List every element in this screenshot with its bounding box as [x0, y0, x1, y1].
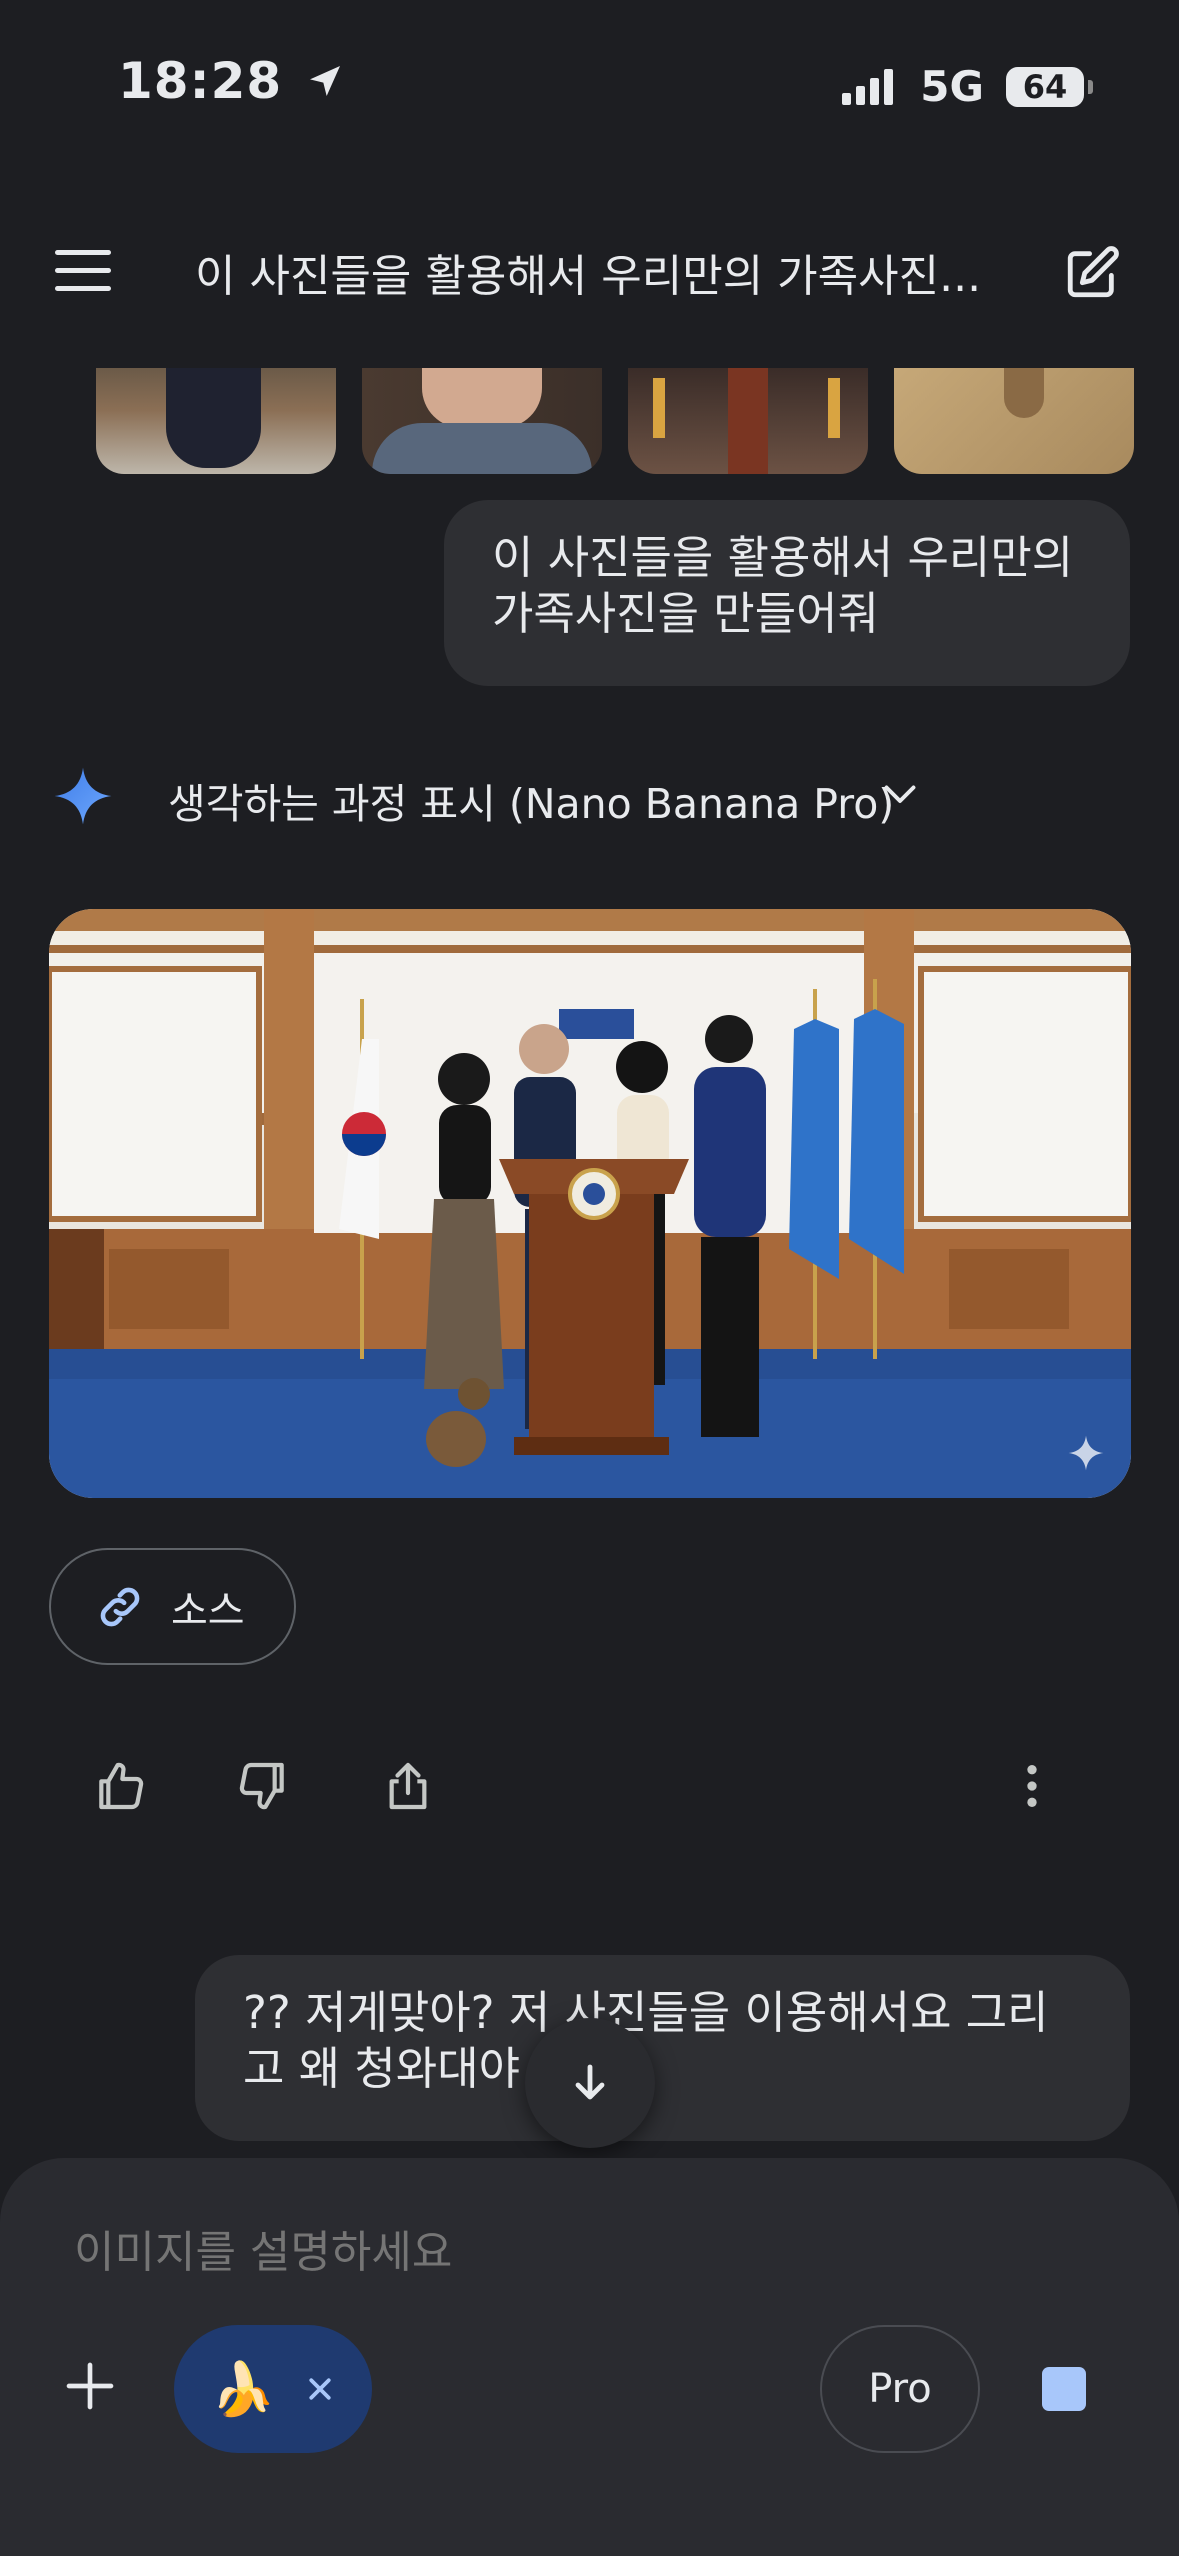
input-panel — [0, 2158, 1179, 2556]
attached-photo-3[interactable] — [628, 368, 868, 474]
banana-icon: 🍌 — [210, 2359, 276, 2420]
attached-photos — [96, 368, 1134, 474]
signal-icon — [842, 68, 894, 105]
prompt-input[interactable] — [72, 2226, 976, 2279]
model-label: Pro — [868, 2366, 932, 2412]
image-tool-chip[interactable]: 🍌 — [174, 2325, 372, 2453]
generated-image[interactable] — [49, 909, 1131, 1498]
battery-level: 64 — [1022, 67, 1068, 106]
edit-icon[interactable] — [1063, 244, 1121, 302]
thumbs-up-icon[interactable] — [92, 1758, 148, 1814]
thinking-toggle[interactable]: 생각하는 과정 표시 (Nano Banana Pro) — [168, 770, 894, 830]
chevron-down-icon[interactable] — [882, 780, 918, 810]
more-vertical-icon[interactable] — [1004, 1758, 1060, 1814]
link-icon — [100, 1587, 140, 1626]
spark-icon — [54, 767, 112, 825]
location-arrow-icon — [309, 66, 340, 96]
menu-icon[interactable] — [55, 250, 111, 292]
attached-photo-4[interactable] — [894, 368, 1134, 474]
stop-icon[interactable] — [1042, 2367, 1086, 2411]
source-button[interactable]: 소스 — [49, 1548, 296, 1665]
source-label: 소스 — [171, 1587, 245, 1634]
user-message: ?? 저게맞아? 저 사진들을 이용해서요 그리고 왜 청와대야 — [195, 1955, 1130, 2141]
attached-photo-1[interactable] — [96, 368, 336, 474]
share-icon[interactable] — [380, 1758, 436, 1814]
spark-icon — [1068, 1435, 1104, 1471]
generated-image-content — [49, 909, 1131, 1498]
status-indicators: 5G 64 — [842, 62, 1093, 111]
scroll-to-bottom-button[interactable] — [525, 2018, 655, 2148]
model-selector-button[interactable]: Pro — [820, 2325, 980, 2453]
attached-photo-2[interactable] — [362, 368, 602, 474]
battery-icon: 64 — [1006, 66, 1093, 107]
arrow-down-icon — [575, 2064, 605, 2100]
close-icon[interactable] — [305, 2374, 335, 2404]
status-time: 18:28 — [118, 52, 345, 110]
thumbs-down-icon[interactable] — [235, 1758, 291, 1814]
conversation-title[interactable]: 이 사진들을 활용해서 우리만의 가족사진... — [195, 240, 1015, 304]
user-message: 이 사진들을 활용해서 우리만의 가족사진을 만들어줘 — [444, 500, 1130, 686]
plus-icon[interactable] — [62, 2358, 118, 2414]
network-type: 5G — [920, 62, 984, 111]
